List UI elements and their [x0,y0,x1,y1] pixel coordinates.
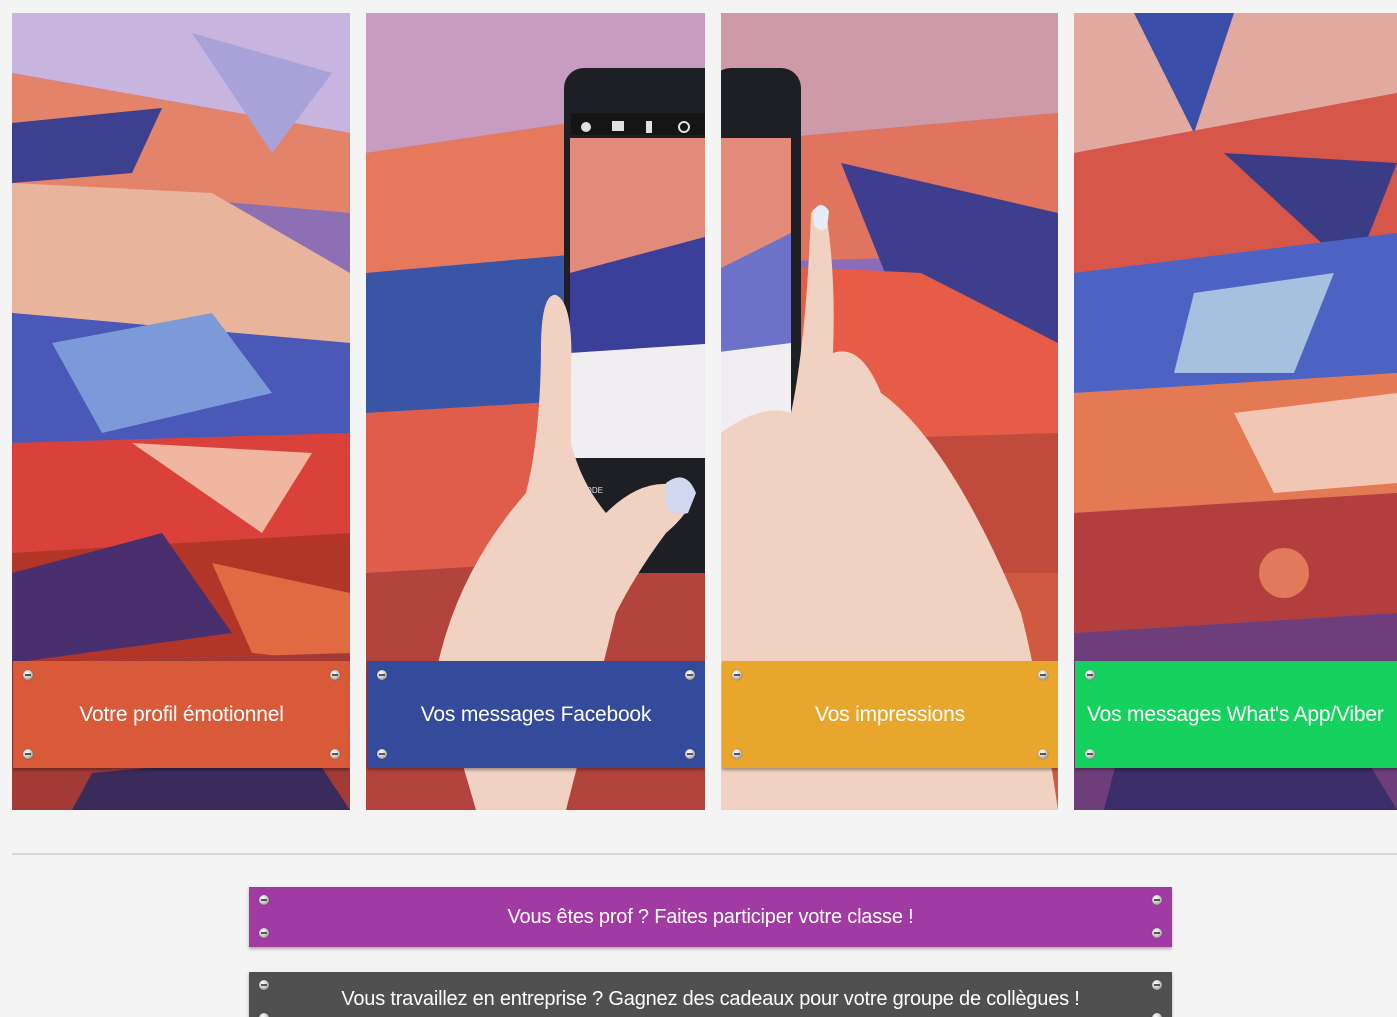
rivet-icon [1085,749,1095,759]
rivet-icon [732,670,742,680]
whatsapp-messages-label: Vos messages What's App/Viber [1087,702,1384,726]
company-colleagues-button[interactable]: Vous travaillez en entreprise ? Gagnez d… [249,972,1172,1017]
rivet-icon [732,749,742,759]
facebook-messages-button[interactable]: Vos messages Facebook [367,661,705,768]
rivet-icon [1038,749,1048,759]
rivet-icon [377,749,387,759]
rivet-icon [377,670,387,680]
rivet-icon [259,980,269,990]
rivet-icon [685,749,695,759]
emotional-profile-button[interactable]: Votre profil émotionnel [13,661,350,768]
page: Votre profil émotionnel MODE Vos message… [0,0,1397,1017]
teacher-class-button[interactable]: Vous êtes prof ? Faites participer votre… [249,887,1172,947]
panel-facebook-messages[interactable]: MODE Vos messages Facebook [366,13,705,810]
rivet-icon [685,670,695,680]
rivet-icon [259,928,269,938]
rivet-icon [259,1013,269,1017]
facebook-messages-label: Vos messages Facebook [420,702,652,726]
company-colleagues-label: Vous travaillez en entreprise ? Gagnez d… [341,988,1080,1010]
rivet-icon [330,749,340,759]
rivet-icon [1152,895,1162,905]
rivet-icon [1152,980,1162,990]
rivet-icon [259,895,269,905]
rivet-icon [1038,670,1048,680]
rivet-icon [23,670,33,680]
impressions-label: Vos impressions [815,702,965,726]
whatsapp-messages-button[interactable]: Vos messages What's App/Viber [1075,661,1397,768]
emotional-profile-label: Votre profil émotionnel [79,702,284,726]
section-divider [12,853,1397,855]
rivet-icon [23,749,33,759]
teacher-class-label: Vous êtes prof ? Faites participer votre… [507,905,914,928]
rivet-icon [330,670,340,680]
rivet-icon [1085,670,1095,680]
panel-whatsapp-messages[interactable]: Vos messages What's App/Viber [1074,13,1397,810]
rivet-icon [1152,1013,1162,1017]
panel-impressions[interactable]: Vos impressions [721,13,1058,810]
impressions-button[interactable]: Vos impressions [722,661,1058,768]
rivet-icon [1152,928,1162,938]
panel-emotional-profile[interactable]: Votre profil émotionnel [12,13,350,810]
